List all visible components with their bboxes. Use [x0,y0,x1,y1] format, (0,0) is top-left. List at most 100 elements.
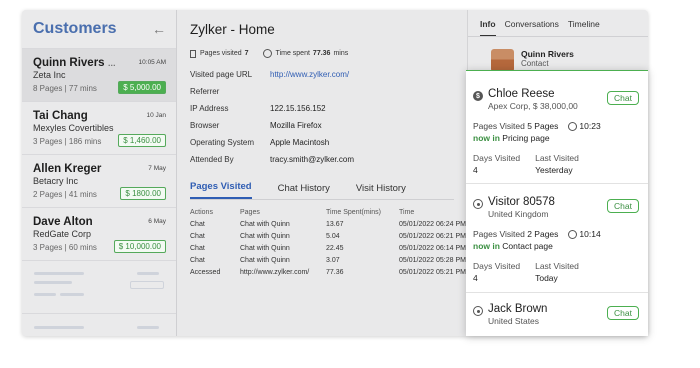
days-visited-value: 4 [473,165,478,175]
visitor-subtitle: United States [488,316,540,326]
column-header: Actions [190,208,213,216]
customer-item[interactable]: Quinn Rivers … Zeta Inc 8 Pages | 77 min… [22,48,176,101]
now-in-label: now in [473,133,500,143]
customer-name: Quinn Rivers [33,57,105,69]
sidebar-title: Customers [33,20,117,37]
table-cell: Chat with Quinn [240,232,290,240]
customer-org: Betacry Inc [33,176,79,186]
info-row: Browser Mozilla Firefox [190,117,454,134]
time-spent-unit: mins [333,50,349,57]
customer-amount: $ 10,000.00 [113,240,166,253]
tab-chat-history[interactable]: Chat History [278,183,330,199]
contact-tabs: Info Conversations Timeline [468,10,648,37]
info-row: Operating System Apple Macintosh [190,134,454,151]
pages-visited-label: Pages Visited [473,229,525,239]
info-key: Attended By [190,155,234,164]
clock-icon [568,229,578,239]
visitor-name: Visitor 80578 [488,196,555,208]
info-value: Apple Macintosh [270,138,330,147]
customer-time: 7 May [148,165,166,172]
customer-amount: $ 1,460.00 [118,134,166,147]
info-key: Referrer [190,87,220,96]
eye-icon [473,199,483,209]
table-cell: 5.04 [326,232,340,240]
table-cell: Accessed [190,268,221,276]
current-page: now in Pricing page [473,133,639,143]
last-visited-label: Last Visited [535,261,579,271]
info-value: 122.15.156.152 [270,104,326,113]
customer-time: 10:05 AM [138,59,166,66]
column-header: Pages [240,208,260,216]
table-row: Accessed http://www.zylker.com/77.36 05/01… [190,266,490,278]
pages-visited-table: Actions Pages Time Spent(mins) Time Chat… [190,206,490,278]
customer-time: 6 May [148,218,166,225]
pages-visited-count: 5 Pages [527,121,559,131]
customer-item[interactable]: Tai Chang Mexyles Covertibles 3 Pages | … [22,101,176,154]
clock-icon [262,49,272,58]
current-page-name: Pricing page [502,133,550,143]
tab-conversations[interactable]: Conversations [505,19,559,36]
tab-timeline[interactable]: Timeline [568,19,600,36]
visit-time: 10:23 [579,121,601,131]
info-key: Operating System [190,138,255,147]
page-title: Zylker - Home [190,22,275,37]
tab-info[interactable]: Info [480,19,496,36]
table-header-row: Actions Pages Time Spent(mins) Time [190,206,490,218]
placeholder-bar [34,326,84,329]
visitor-card: $ Chloe Reese Apex Corp, $ 38,000,00 Cha… [466,71,648,184]
pages-visited-label: Pages visited [200,50,242,57]
tab-visit-history[interactable]: Visit History [356,183,406,199]
visitors-popup: $ Chloe Reese Apex Corp, $ 38,000,00 Cha… [466,70,648,336]
table-cell: Chat [190,232,205,240]
contact-name: Quinn Rivers [521,49,574,59]
info-value: tracy.smith@zylker.com [270,155,354,164]
customer-time: 10 Jan [146,112,166,119]
pages-visited-value: 7 [244,50,249,57]
customer-item[interactable]: Allen Kreger Betacry Inc 2 Pages | 41 mi… [22,154,176,207]
table-cell: Chat [190,220,205,228]
customer-name: Tai Chang [33,110,88,122]
back-arrow-icon[interactable]: ← [152,21,166,37]
pages-visited-label: Pages Visited [473,121,525,131]
visit-summary: Days Visited 4 Last Visited Yesterday [473,153,639,175]
table-cell: 3.07 [326,256,340,264]
tab-pages-visited[interactable]: Pages Visited [190,181,252,199]
table-cell: Chat [190,244,205,252]
clock-icon [568,121,578,131]
info-row: Referrer [190,83,454,100]
pages-visited-count: 2 Pages [527,229,559,239]
pages-visited-line: Pages Visited 5 Pages 10:23 [473,121,639,131]
visitor-name: Chloe Reese [488,88,555,100]
customer-org: Zeta Inc [33,70,66,80]
info-key: IP Address [190,104,229,113]
customer-org: Mexyles Covertibles [33,123,114,133]
sidebar-header: Customers ← [22,10,176,48]
table-cell: Chat [190,256,205,264]
customers-sidebar: Customers ← Quinn Rivers … Zeta Inc 8 Pa… [22,10,177,336]
visited-url-link[interactable]: http://www.zylker.com/ [270,70,349,79]
visitor-name: Jack Brown [488,303,548,315]
customer-item-placeholder [22,260,176,313]
table-cell: Chat with Quinn [240,256,290,264]
current-page: now in Contact page [473,241,639,251]
dollar-icon: $ [473,91,483,101]
last-visited-value: Today [535,273,558,283]
contact-role: Contact [521,59,549,68]
chat-button[interactable]: Chat [607,306,639,320]
customer-item-placeholder [22,313,176,336]
page-icon [190,49,196,58]
customer-org: RedGate Corp [33,229,92,239]
table-row: Chat Chat with Quinn 5.04 05/01/2022 06:21 … [190,230,490,242]
customer-item[interactable]: Dave Alton RedGate Corp 3 Pages | 60 min… [22,207,176,260]
pages-visited-line: Pages Visited 2 Pages 10:14 [473,229,639,239]
customer-name: Allen Kreger [33,163,102,175]
placeholder-bar [34,281,72,284]
visitor-card: Visitor 80578 United Kingdom Chat Pages … [466,184,648,293]
current-page-name: Contact page [502,241,553,251]
days-visited-label: Days Visited [473,261,521,271]
days-visited-label: Days Visited [473,153,521,163]
placeholder-bar [137,272,159,275]
chat-button[interactable]: Chat [607,199,639,213]
visit-summary: Days Visited 4 Last Visited Today [473,261,639,283]
chat-button[interactable]: Chat [607,91,639,105]
